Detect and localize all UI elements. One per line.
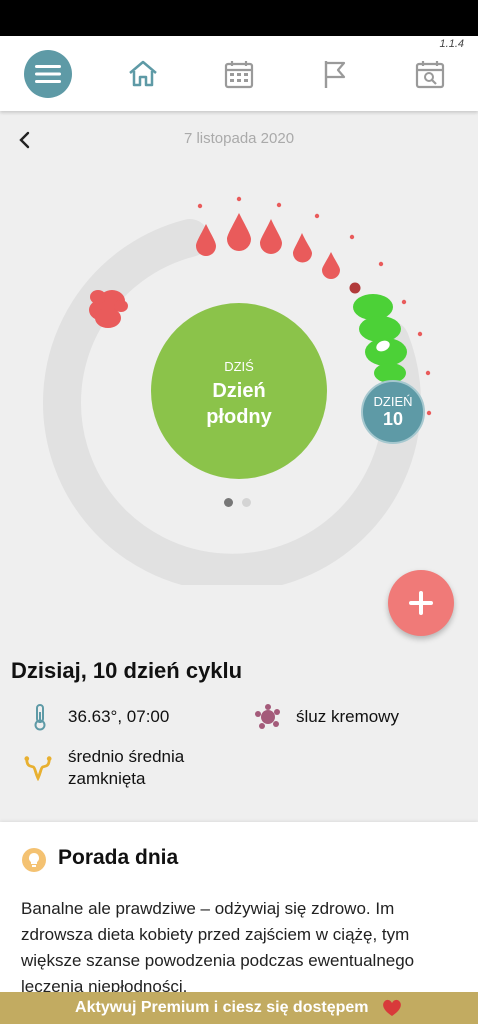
calendar-search-icon[interactable] [414, 58, 446, 90]
today-label: DZIŚ [224, 359, 254, 374]
today-status-circle[interactable]: DZIŚ Dzień płodny [151, 303, 327, 479]
flag-icon[interactable] [319, 58, 351, 90]
tip-title: Porada dnia [58, 846, 179, 869]
page-dot-active[interactable] [224, 498, 233, 507]
period-drop [293, 233, 312, 263]
cervix-line2: zamknięta [68, 769, 146, 788]
top-navigation: 1.1.4 [0, 36, 478, 111]
day-badge-label: DZIEŃ [373, 394, 413, 409]
menu-icon [35, 65, 61, 83]
calendar-icon[interactable] [223, 58, 255, 90]
cervix-line1: średnio średnia [68, 747, 185, 766]
period-drop [227, 213, 251, 251]
home-icon[interactable] [127, 58, 159, 90]
period-drop [322, 252, 340, 279]
period-drop [260, 219, 282, 254]
plus-icon [409, 591, 433, 615]
current-day-badge[interactable]: DZIEŃ 10 [361, 380, 425, 444]
lightbulb-icon [22, 848, 46, 872]
selected-date: 7 listopada 2020 [183, 130, 295, 147]
mucus-icon [255, 704, 280, 729]
day-badge-number: 10 [382, 409, 404, 429]
app-version: 1.1.4 [439, 38, 464, 50]
add-entry-button[interactable] [388, 570, 454, 636]
thermometer-icon [34, 704, 46, 731]
cycle-day-title: Dzisiaj, 10 dzień cyklu [11, 658, 243, 683]
heart-icon [383, 999, 401, 1016]
premium-banner[interactable]: Aktywuj Premium i ciesz się dostępem [0, 992, 478, 1024]
cervix-value: średnio średnia zamknięta [68, 746, 184, 790]
page-indicator [224, 494, 256, 512]
status-bar [0, 0, 478, 36]
temperature-value: 36.63°, 07:00 [68, 707, 170, 726]
menu-button[interactable] [24, 50, 72, 98]
tip-body: Banalne ale prawdziwe – odżywiaj się zdr… [21, 899, 415, 996]
today-status-line2: płodny [206, 406, 272, 428]
mucus-value: śluz kremowy [296, 707, 399, 726]
page-dot[interactable] [242, 498, 252, 507]
cervix-icon [24, 756, 52, 781]
premium-text: Aktywuj Premium i ciesz się dostępem [75, 999, 369, 1016]
today-status-line1: Dzień [212, 380, 266, 402]
